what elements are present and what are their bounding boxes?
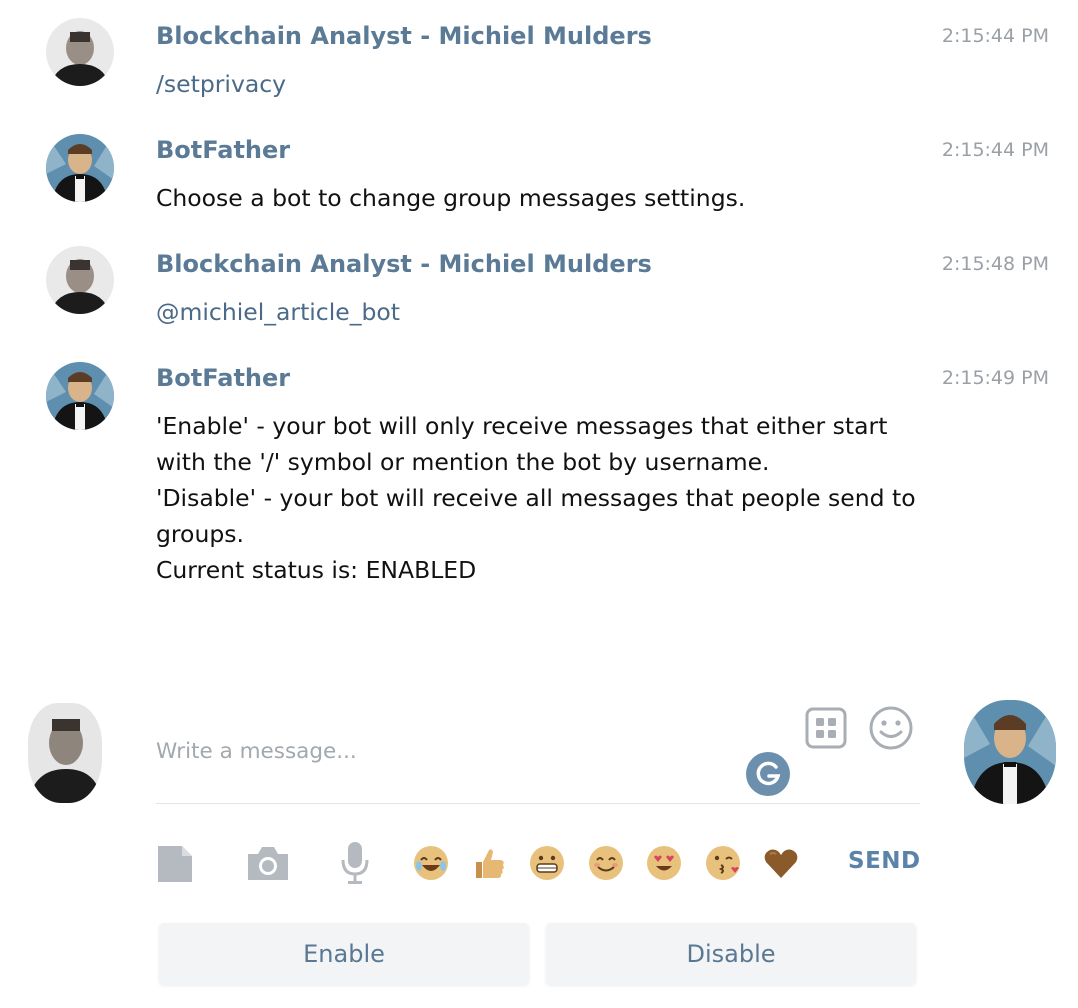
message-text-line: Current status is: ENABLED xyxy=(156,556,477,584)
message-text-line: 'Enable' - your bot will only receive me… xyxy=(156,412,888,440)
message-author[interactable]: Blockchain Analyst - Michiel Mulders xyxy=(156,250,652,278)
smile-emoji[interactable] xyxy=(587,844,625,882)
heart-eyes-emoji[interactable] xyxy=(645,844,683,882)
message-time: 2:15:44 PM xyxy=(941,25,1049,47)
thumbs-up-emoji[interactable] xyxy=(470,844,508,882)
message-time: 2:15:44 PM xyxy=(941,139,1049,161)
message-body: /setprivacy xyxy=(156,66,956,102)
message-text-line: with the '/' symbol or mention the bot b… xyxy=(156,448,770,476)
camera-icon[interactable] xyxy=(246,844,290,882)
chat-window: Blockchain Analyst - Michiel Mulders 2:1… xyxy=(0,0,1078,1008)
botfather-avatar[interactable] xyxy=(46,362,114,430)
botfather-avatar[interactable] xyxy=(46,134,114,202)
brown-heart-emoji[interactable] xyxy=(762,844,800,882)
composer-divider xyxy=(156,803,920,804)
bot-avatar[interactable] xyxy=(964,700,1056,804)
message-body: 'Enable' - your bot will only receive me… xyxy=(156,408,956,588)
send-button[interactable]: SEND xyxy=(848,848,921,874)
message-body: @michiel_article_bot xyxy=(156,294,956,330)
user-avatar[interactable] xyxy=(28,703,102,803)
grimace-emoji[interactable] xyxy=(528,844,566,882)
user-avatar[interactable] xyxy=(46,246,114,314)
message-author[interactable]: BotFather xyxy=(156,136,290,164)
grammarly-badge[interactable] xyxy=(746,752,790,796)
kiss-emoji[interactable] xyxy=(704,844,742,882)
message-time: 2:15:49 PM xyxy=(941,367,1049,389)
message-text-line: groups. xyxy=(156,520,244,548)
message-item: Blockchain Analyst - Michiel Mulders 2:1… xyxy=(0,0,1078,114)
message-body: Choose a bot to change group messages se… xyxy=(156,180,956,216)
smiley-icon[interactable] xyxy=(868,705,914,751)
joy-emoji[interactable] xyxy=(412,844,450,882)
message-author[interactable]: BotFather xyxy=(156,364,290,392)
microphone-icon[interactable] xyxy=(340,840,370,886)
message-author[interactable]: Blockchain Analyst - Michiel Mulders xyxy=(156,22,652,50)
user-avatar[interactable] xyxy=(46,18,114,86)
message-text: Choose a bot to change group messages se… xyxy=(156,184,746,212)
composer-toolbar: SEND xyxy=(0,830,1078,900)
message-item: Blockchain Analyst - Michiel Mulders 2:1… xyxy=(0,228,1078,342)
message-text-line: 'Disable' - your bot will receive all me… xyxy=(156,484,916,512)
enable-button[interactable]: Enable xyxy=(159,923,529,985)
bot-commands-icon[interactable] xyxy=(805,707,847,749)
message-time: 2:15:48 PM xyxy=(941,253,1049,275)
bot-username-link[interactable]: @michiel_article_bot xyxy=(156,294,956,330)
attach-file-icon[interactable] xyxy=(156,844,194,884)
message-item: BotFather 2:15:44 PM Choose a bot to cha… xyxy=(0,114,1078,228)
command-link[interactable]: /setprivacy xyxy=(156,66,956,102)
disable-button[interactable]: Disable xyxy=(546,923,916,985)
message-input[interactable] xyxy=(156,700,796,796)
message-item: BotFather 2:15:49 PM 'Enable' - your bot… xyxy=(0,342,1078,602)
